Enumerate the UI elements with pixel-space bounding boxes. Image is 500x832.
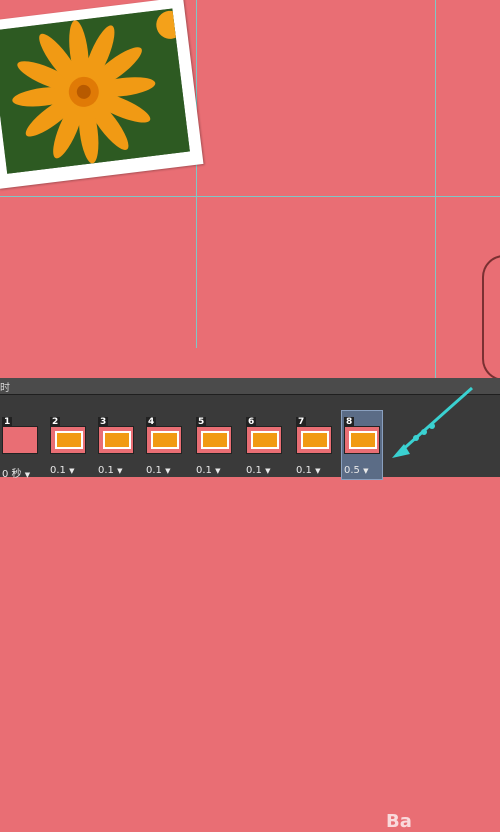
chevron-down-icon: ▼ bbox=[265, 467, 271, 475]
frame-delay[interactable]: 0 秒 ▼ bbox=[2, 465, 30, 480]
frame-2[interactable]: 2 0.1 ▼ bbox=[48, 411, 88, 479]
frame-4[interactable]: 4 0.1 ▼ bbox=[144, 411, 184, 479]
frame-thumbnail bbox=[2, 426, 38, 454]
delay-value: 0 秒 bbox=[2, 469, 22, 480]
delay-value: 0.5 bbox=[344, 465, 360, 476]
delay-value: 0.1 bbox=[296, 465, 312, 476]
delay-value: 0.1 bbox=[50, 465, 66, 476]
frame-thumbnail bbox=[196, 426, 232, 454]
flower-graphic bbox=[0, 8, 190, 174]
frame-flower bbox=[301, 431, 329, 449]
frame-thumbnail bbox=[344, 426, 380, 454]
frame-6[interactable]: 6 0.1 ▼ bbox=[244, 411, 284, 479]
frame-delay[interactable]: 0.1 ▼ bbox=[296, 465, 320, 476]
edge-shape bbox=[482, 255, 500, 381]
chevron-down-icon: ▼ bbox=[24, 471, 31, 479]
frame-7[interactable]: 7 0.1 ▼ bbox=[294, 411, 334, 479]
chevron-down-icon: ▼ bbox=[215, 467, 221, 475]
frame-thumbnail bbox=[98, 426, 134, 454]
frame-thumbnail bbox=[50, 426, 86, 454]
chevron-down-icon: ▼ bbox=[117, 467, 123, 475]
frame-delay[interactable]: 0.1 ▼ bbox=[98, 465, 122, 476]
chevron-down-icon: ▼ bbox=[363, 467, 369, 475]
delay-value: 0.1 bbox=[146, 465, 162, 476]
chevron-down-icon: ▼ bbox=[69, 467, 75, 475]
delay-value: 0.1 bbox=[246, 465, 262, 476]
frame-delay[interactable]: 0.1 ▼ bbox=[146, 465, 170, 476]
frame-flower bbox=[151, 431, 179, 449]
frame-thumbnail bbox=[296, 426, 332, 454]
frame-8-selected[interactable]: 8 0.5 ▼ bbox=[341, 410, 383, 480]
horizontal-guide[interactable] bbox=[0, 196, 500, 197]
frame-5[interactable]: 5 0.1 ▼ bbox=[194, 411, 234, 479]
frame-delay[interactable]: 0.5 ▼ bbox=[344, 465, 368, 476]
frame-flower bbox=[349, 431, 377, 449]
frame-delay[interactable]: 0.1 ▼ bbox=[246, 465, 270, 476]
frame-flower bbox=[201, 431, 229, 449]
flower-photo bbox=[0, 0, 204, 189]
animation-timeline: 时 1 0 秒 ▼ 2 0.1 ▼ 3 0.1 ▼ 4 0.1 ▼ 5 0.1 … bbox=[0, 378, 500, 832]
vertical-guide-2[interactable] bbox=[435, 0, 436, 378]
vertical-guide-1[interactable] bbox=[196, 0, 197, 348]
frame-flower bbox=[103, 431, 131, 449]
canvas bbox=[0, 0, 500, 381]
delay-value: 0.1 bbox=[196, 465, 212, 476]
timeline-header: 时 bbox=[0, 378, 500, 395]
frame-flower bbox=[55, 431, 83, 449]
timeline-label: 时 bbox=[0, 383, 10, 394]
frame-delay[interactable]: 0.1 ▼ bbox=[50, 465, 74, 476]
frame-thumbnail bbox=[246, 426, 282, 454]
frame-thumbnail bbox=[146, 426, 182, 454]
frame-flower bbox=[251, 431, 279, 449]
delay-value: 0.1 bbox=[98, 465, 114, 476]
chevron-down-icon: ▼ bbox=[165, 467, 171, 475]
frame-3[interactable]: 3 0.1 ▼ bbox=[96, 411, 136, 479]
watermark: Ba bbox=[386, 811, 412, 832]
frame-delay[interactable]: 0.1 ▼ bbox=[196, 465, 220, 476]
frame-1[interactable]: 1 0 秒 ▼ bbox=[0, 411, 40, 480]
chevron-down-icon: ▼ bbox=[315, 467, 321, 475]
flower-image bbox=[0, 8, 190, 174]
